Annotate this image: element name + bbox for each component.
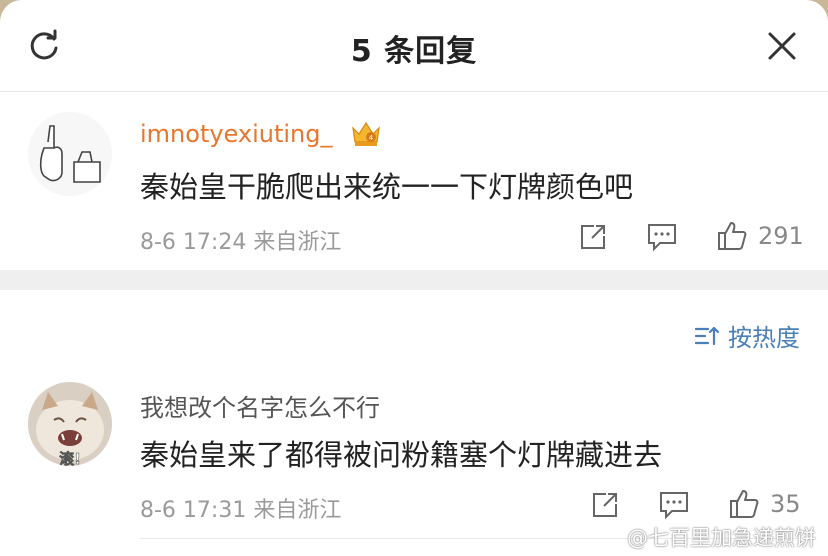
sort-toggle[interactable]: 按热度 — [694, 318, 800, 353]
replies-sheet: 5 条回复 imnotyexiuting_ 4 秦始皇干脆爬出来统一一下灯牌颜色… — [0, 0, 828, 556]
comment-username[interactable]: imnotyexiuting_ — [140, 120, 333, 148]
like-button[interactable]: 291 — [716, 220, 804, 252]
avatar[interactable]: 滚! — [28, 382, 112, 466]
watermark-text: @七百里加急递煎饼 — [627, 526, 816, 550]
comment-username[interactable]: 我想改个名字怎么不行 — [140, 388, 380, 423]
like-button[interactable]: 35 — [728, 488, 801, 520]
reply-button[interactable] — [658, 490, 690, 520]
close-button[interactable] — [762, 26, 802, 66]
like-count: 291 — [758, 222, 804, 250]
svg-text:4: 4 — [369, 134, 374, 142]
like-count: 35 — [770, 490, 801, 518]
thumbs-up-icon — [730, 490, 759, 518]
comment-icon — [660, 492, 688, 520]
comment-icon — [648, 224, 676, 252]
share-icon — [581, 225, 605, 249]
close-icon — [768, 32, 796, 60]
comment-meta: 8-6 17:24 来自浙江 — [140, 230, 342, 255]
comment-text: 秦始皇干脆爬出来统一一下灯牌颜色吧 — [140, 170, 634, 204]
share-button[interactable] — [590, 490, 620, 520]
share-icon — [593, 493, 617, 517]
comment-meta: 8-6 17:31 来自浙江 — [140, 498, 342, 523]
thumbs-up-icon — [718, 222, 747, 250]
reply-button[interactable] — [646, 222, 678, 252]
sort-label: 按热度 — [728, 324, 800, 352]
sheet-header: 5 条回复 — [0, 0, 828, 92]
share-button[interactable] — [578, 222, 608, 252]
watermark: @七百里加急递煎饼 — [627, 522, 816, 552]
crown-icon: 4 — [352, 121, 380, 146]
comment-text: 秦始皇来了都得被问粉籍塞个灯牌藏进去 — [140, 438, 663, 472]
avatar-caption: 滚! — [59, 450, 81, 466]
section-divider — [0, 270, 828, 290]
sort-icon — [694, 326, 720, 345]
avatar[interactable] — [28, 112, 112, 196]
page-title: 5 条回复 — [350, 34, 478, 69]
